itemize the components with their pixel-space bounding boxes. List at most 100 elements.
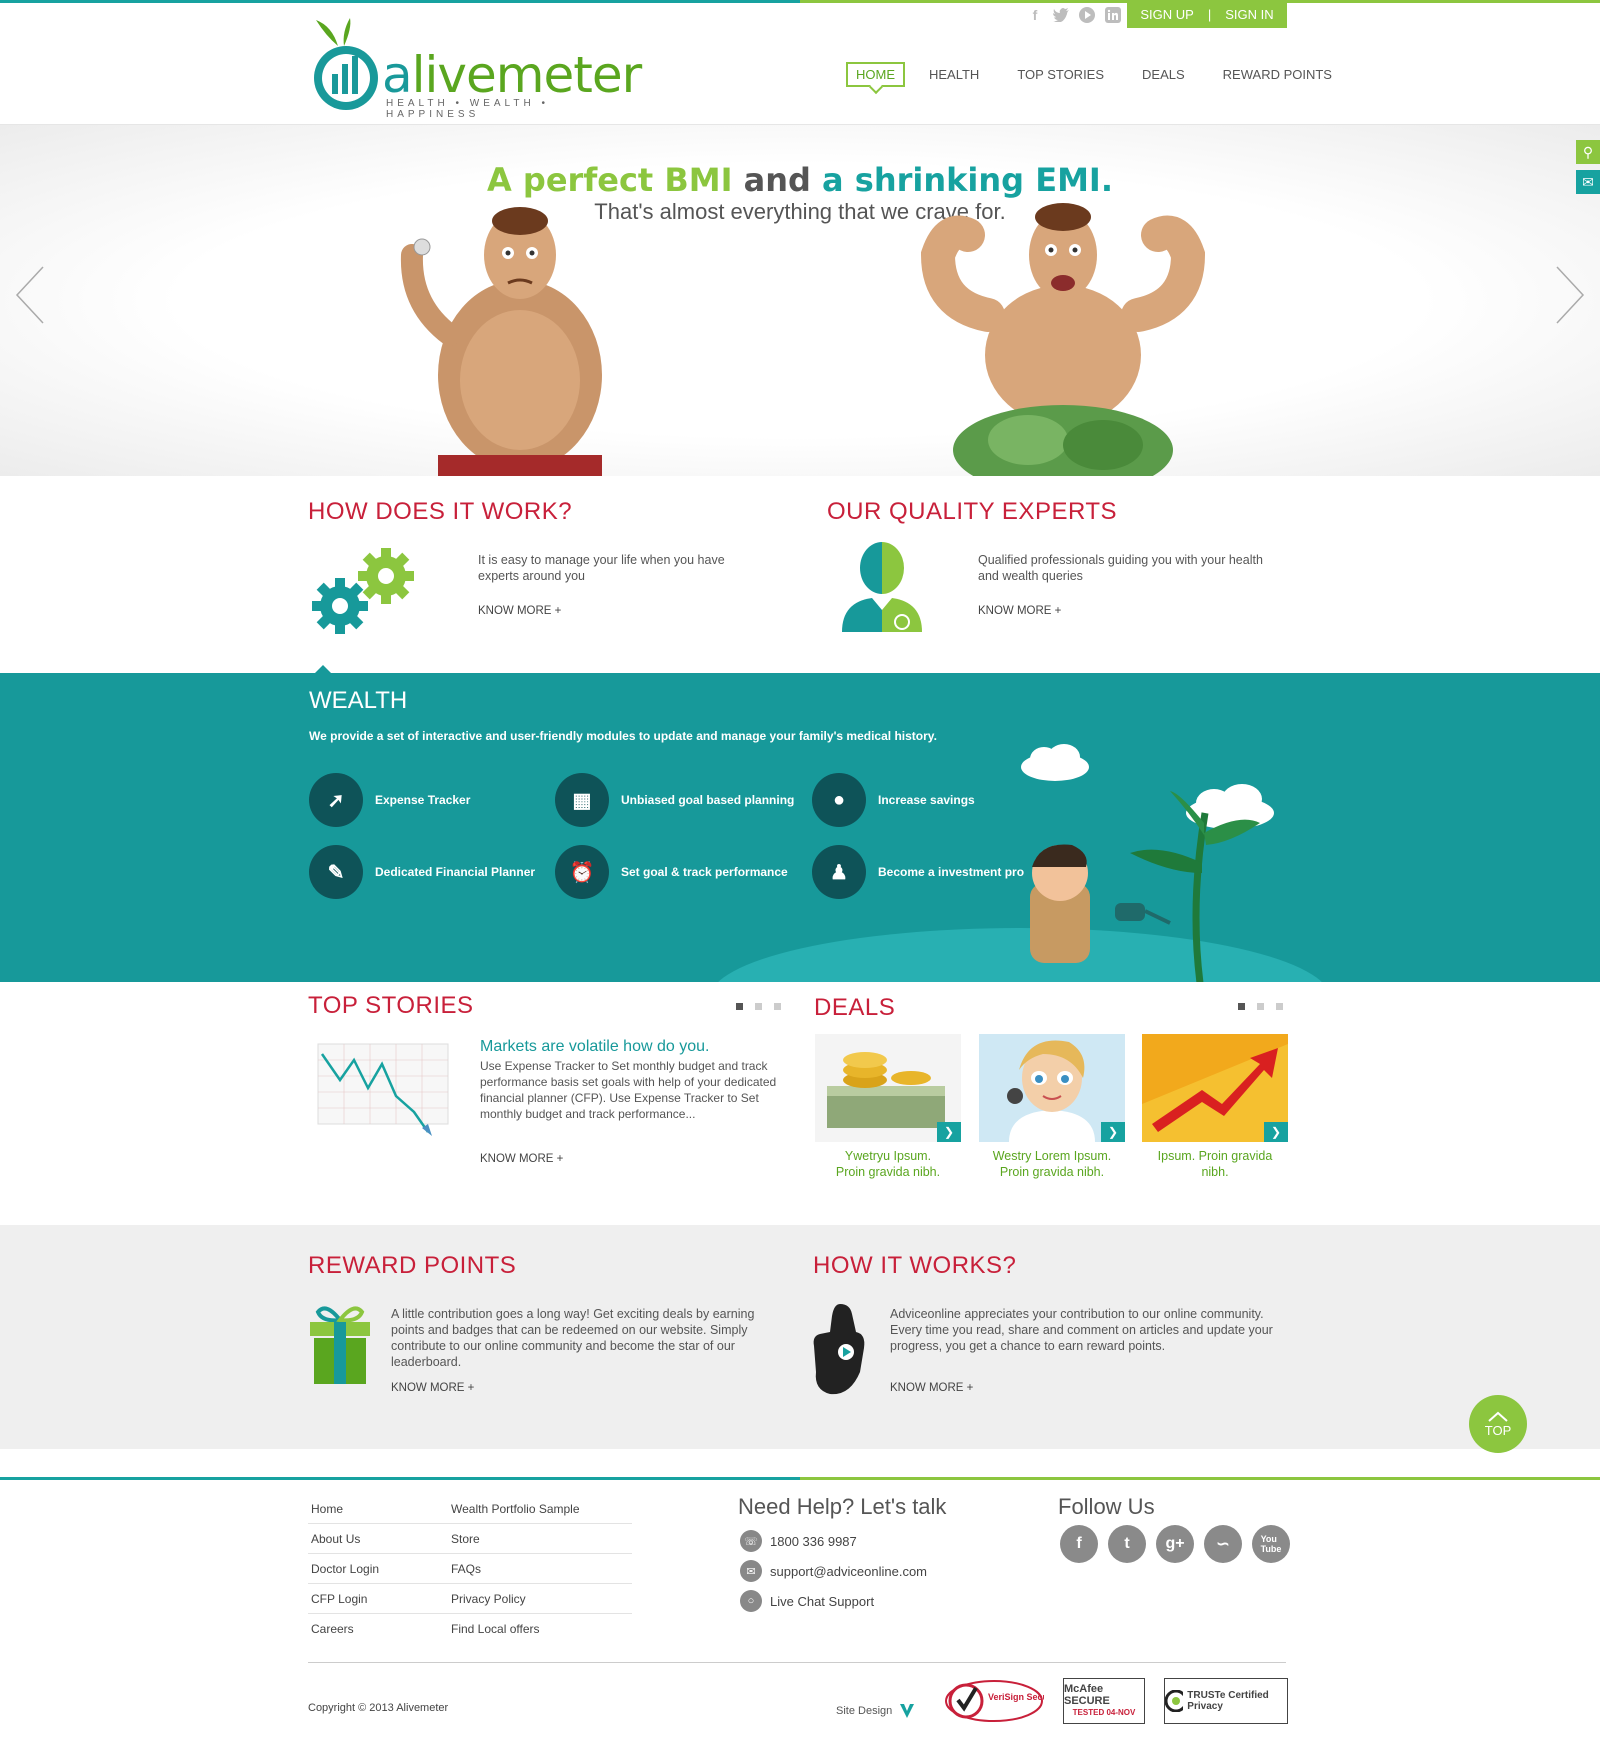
footer-links: Home Wealth Portfolio Sample About Us St… — [308, 1494, 632, 1644]
verisign-badge[interactable]: VeriSign Secured — [944, 1678, 1044, 1724]
back-to-top-button[interactable]: TOP — [1469, 1395, 1527, 1453]
side-search-icon[interactable]: ⚲ — [1576, 140, 1600, 164]
logo-wordmark: alivemeter — [382, 46, 642, 104]
site-header: alivemeter HEALTH • WEALTH • HAPPINESS f… — [0, 0, 1600, 125]
sign-in-link[interactable]: SIGN IN — [1225, 7, 1273, 22]
story-headline[interactable]: Markets are volatile how do you. — [480, 1038, 709, 1056]
footer-link-local-offers[interactable]: Find Local offers — [448, 1622, 588, 1636]
reward-section — [0, 1225, 1600, 1449]
logo-tagline: HEALTH • WEALTH • HAPPINESS — [386, 98, 549, 120]
gears-icon — [312, 548, 414, 634]
nav-reward-points[interactable]: REWARD POINTS — [1223, 67, 1332, 82]
deal-arrow-icon: ❯ — [1101, 1122, 1125, 1142]
feature-label: Unbiased goal based planning — [621, 793, 795, 807]
reward-points-more-link[interactable]: KNOW MORE + — [391, 1382, 474, 1394]
deal-caption-line: Proin gravida nibh. — [835, 1165, 941, 1179]
truste-badge[interactable]: TRUSTe Certified Privacy — [1164, 1678, 1288, 1724]
nav-deals[interactable]: DEALS — [1142, 67, 1185, 82]
nav-health[interactable]: HEALTH — [929, 67, 979, 82]
side-tools: ⚲ ✉ — [1576, 140, 1600, 200]
how-it-works-more-link[interactable]: KNOW MORE + — [890, 1382, 973, 1394]
pager-dot[interactable] — [774, 1003, 781, 1010]
alarm-clock-icon: ⏰ — [555, 845, 609, 899]
wealth-notch — [315, 665, 331, 673]
footer-link-wealth-portfolio[interactable]: Wealth Portfolio Sample — [448, 1502, 588, 1516]
facebook-icon[interactable]: f — [1026, 6, 1044, 24]
how-does-it-work-text: It is easy to manage your life when you … — [478, 553, 725, 583]
help-phone[interactable]: ☏ 1800 336 9987 — [740, 1530, 857, 1552]
slider-next-arrow-icon[interactable] — [1555, 265, 1585, 325]
youtube-icon[interactable]: You Tube — [1252, 1525, 1290, 1563]
facebook-icon[interactable]: f — [1060, 1525, 1098, 1563]
hand-ok-icon — [813, 1304, 865, 1395]
feature-goal-planning[interactable]: ▦ Unbiased goal based planning — [555, 773, 794, 827]
deals-pager — [1238, 1003, 1283, 1010]
slider-prev-arrow-icon[interactable] — [15, 265, 45, 325]
cloud-icon — [1021, 744, 1089, 781]
chevron-up-icon — [1488, 1411, 1508, 1422]
phone-number: 1800 336 9987 — [770, 1533, 857, 1549]
twitter-icon[interactable] — [1052, 6, 1070, 24]
truste-logo-icon — [1165, 1690, 1184, 1712]
hero-title: A perfect BMI and a shrinking EMI. — [0, 161, 1600, 199]
google-plus-icon[interactable]: g+ — [1156, 1525, 1194, 1563]
pager-dot[interactable] — [1276, 1003, 1283, 1010]
fat-man-illustration — [400, 207, 602, 476]
youtube-icon[interactable] — [1078, 6, 1096, 24]
deals-title: DEALS — [814, 994, 896, 1021]
header-social-icons: f — [1026, 6, 1122, 24]
feature-expense-tracker[interactable]: ➚ Expense Tracker — [309, 773, 470, 827]
mcafee-badge-subtext: TESTED 04-NOV — [1072, 1708, 1136, 1717]
site-design-credit[interactable]: Site Design — [836, 1702, 916, 1720]
reward-points-title: REWARD POINTS — [308, 1252, 517, 1279]
twitter-icon[interactable]: t — [1108, 1525, 1146, 1563]
feature-investment-pro[interactable]: ♟ Become a investment pro — [812, 845, 1024, 899]
deal-caption: Ywetryu Ipsum. Proin gravida nibh. — [815, 1148, 961, 1180]
footer-link-cfp-login[interactable]: CFP Login — [308, 1592, 448, 1606]
pager-dot[interactable] — [755, 1003, 762, 1010]
story-more-link[interactable]: KNOW MORE + — [480, 1153, 563, 1165]
footer-link-privacy[interactable]: Privacy Policy — [448, 1592, 588, 1606]
nav-top-stories[interactable]: TOP STORIES — [1017, 67, 1104, 82]
nav-home[interactable]: HOME — [846, 62, 905, 87]
footer-link-store[interactable]: Store — [448, 1532, 588, 1546]
feature-increase-savings[interactable]: ● Increase savings — [812, 773, 975, 827]
live-chat-label: Live Chat Support — [770, 1593, 875, 1609]
feature-set-goal[interactable]: ⏰ Set goal & track performance — [555, 845, 788, 899]
pager-dot[interactable] — [1257, 1003, 1264, 1010]
chat-bubble-icon: ○ — [740, 1590, 762, 1612]
sign-up-link[interactable]: SIGN UP — [1140, 7, 1193, 22]
hero-title-part-1: A perfect BMI — [487, 161, 733, 199]
rss-icon[interactable]: ∽ — [1204, 1525, 1242, 1563]
mcafee-badge[interactable]: McAfee SECURE TESTED 04-NOV — [1063, 1678, 1145, 1724]
deal-image-growth[interactable]: ❯ — [1142, 1034, 1288, 1142]
footer-link-row: Home Wealth Portfolio Sample — [308, 1494, 632, 1524]
help-chat[interactable]: ○ Live Chat Support — [740, 1590, 874, 1612]
help-email[interactable]: ✉ support@adviceonline.com — [740, 1560, 927, 1582]
side-mail-icon[interactable]: ✉ — [1576, 170, 1600, 194]
quality-experts-more-link[interactable]: KNOW MORE + — [978, 605, 1061, 617]
footer-link-careers[interactable]: Careers — [308, 1622, 448, 1636]
deal-image-doctor[interactable]: ❯ — [979, 1034, 1125, 1142]
main-nav: HOME HEALTH TOP STORIES DEALS REWARD POI… — [846, 62, 1332, 87]
footer-link-row: Careers Find Local offers — [308, 1614, 632, 1644]
quality-experts-text: Qualified professionals guiding you with… — [978, 553, 1263, 583]
linkedin-icon[interactable] — [1104, 6, 1122, 24]
wealth-description: We provide a set of interactive and user… — [309, 729, 937, 743]
deal-arrow-icon: ❯ — [937, 1122, 961, 1142]
feature-label: Set goal & track performance — [621, 865, 788, 879]
feature-financial-planner[interactable]: ✎ Dedicated Financial Planner — [309, 845, 535, 899]
pager-dot[interactable] — [1238, 1003, 1245, 1010]
verisign-seal: VeriSign Secured — [945, 1680, 1044, 1722]
logo[interactable]: alivemeter HEALTH • WEALTH • HAPPINESS — [308, 16, 642, 120]
footer-link-home[interactable]: Home — [308, 1502, 448, 1516]
pager-dot[interactable] — [736, 1003, 743, 1010]
footer-link-faqs[interactable]: FAQs — [448, 1562, 588, 1576]
how-does-it-work-more-link[interactable]: KNOW MORE + — [478, 605, 561, 617]
footer-link-about[interactable]: About Us — [308, 1532, 448, 1546]
deal-image-coins[interactable]: ❯ — [815, 1034, 961, 1142]
footer-link-row: About Us Store — [308, 1524, 632, 1554]
footer-link-doctor-login[interactable]: Doctor Login — [308, 1562, 448, 1576]
footer-link-row: CFP Login Privacy Policy — [308, 1584, 632, 1614]
designer-logo-icon — [900, 1704, 915, 1718]
